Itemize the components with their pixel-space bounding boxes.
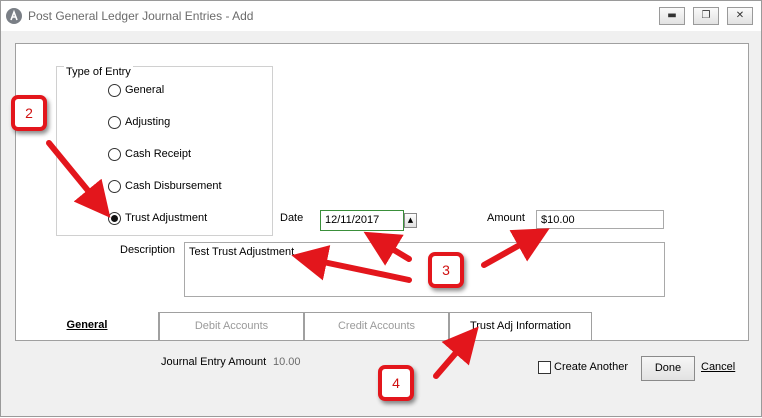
- radio-label-adjusting: Adjusting: [125, 116, 171, 128]
- create-another-label: Create Another: [554, 361, 628, 373]
- radio-button-cash-disbursement[interactable]: [108, 180, 121, 193]
- tab-debit-accounts[interactable]: Debit Accounts: [159, 312, 304, 341]
- radio-label-cash-receipt: Cash Receipt: [125, 148, 192, 160]
- tab-content-panel: Type of Entry General Adjusting Cash Rec…: [15, 43, 749, 341]
- radio-button-trust-adjustment[interactable]: [108, 212, 121, 225]
- tab-debit-accounts-label: Debit Accounts: [194, 320, 269, 332]
- radio-button-general[interactable]: [108, 84, 121, 97]
- restore-icon[interactable]: ❐: [693, 7, 719, 25]
- tab-credit-accounts-label: Credit Accounts: [337, 320, 416, 332]
- date-picker-up-icon[interactable]: ▲: [404, 213, 417, 228]
- minimize-icon[interactable]: ▬: [659, 7, 685, 25]
- radio-button-adjusting[interactable]: [108, 116, 121, 129]
- app-logo-icon: [6, 8, 22, 24]
- journal-entry-amount-value: 10.00: [273, 356, 301, 368]
- callout-2: 2: [11, 95, 47, 131]
- create-another-checkbox[interactable]: [538, 361, 551, 374]
- arrow-to-trust-adj-tab: [433, 326, 479, 379]
- tab-credit-accounts[interactable]: Credit Accounts: [304, 312, 449, 341]
- window: Post General Ledger Journal Entries - Ad…: [0, 0, 762, 417]
- description-input[interactable]: Test Trust Adjustment: [184, 242, 665, 297]
- type-of-entry-legend: Type of Entry: [64, 66, 133, 78]
- radio-label-cash-disbursement: Cash Disbursement: [125, 180, 222, 192]
- window-title: Post General Ledger Journal Entries - Ad…: [28, 9, 254, 23]
- amount-input[interactable]: $10.00: [536, 210, 664, 229]
- amount-label: Amount: [487, 212, 525, 224]
- radio-label-trust-adjustment: Trust Adjustment: [125, 212, 208, 224]
- date-label: Date: [280, 212, 304, 224]
- done-button[interactable]: Done: [641, 356, 695, 381]
- cancel-link[interactable]: Cancel: [701, 361, 735, 373]
- journal-entry-amount-label: Journal Entry Amount: [161, 356, 267, 368]
- title-bar: Post General Ledger Journal Entries - Ad…: [1, 1, 761, 31]
- radio-button-cash-receipt[interactable]: [108, 148, 121, 161]
- date-input[interactable]: 12/11/2017: [320, 210, 404, 231]
- close-icon[interactable]: ✕: [727, 7, 753, 25]
- description-label: Description: [120, 244, 176, 256]
- radio-label-general: General: [125, 84, 165, 96]
- callout-3: 3: [428, 252, 464, 288]
- tab-general-label: General: [66, 319, 108, 331]
- callout-4: 4: [378, 365, 414, 401]
- tab-general[interactable]: General: [15, 312, 159, 341]
- tab-trust-adj-information-label: Trust Adj Information: [469, 320, 572, 332]
- tab-trust-adj-information[interactable]: Trust Adj Information: [449, 312, 592, 341]
